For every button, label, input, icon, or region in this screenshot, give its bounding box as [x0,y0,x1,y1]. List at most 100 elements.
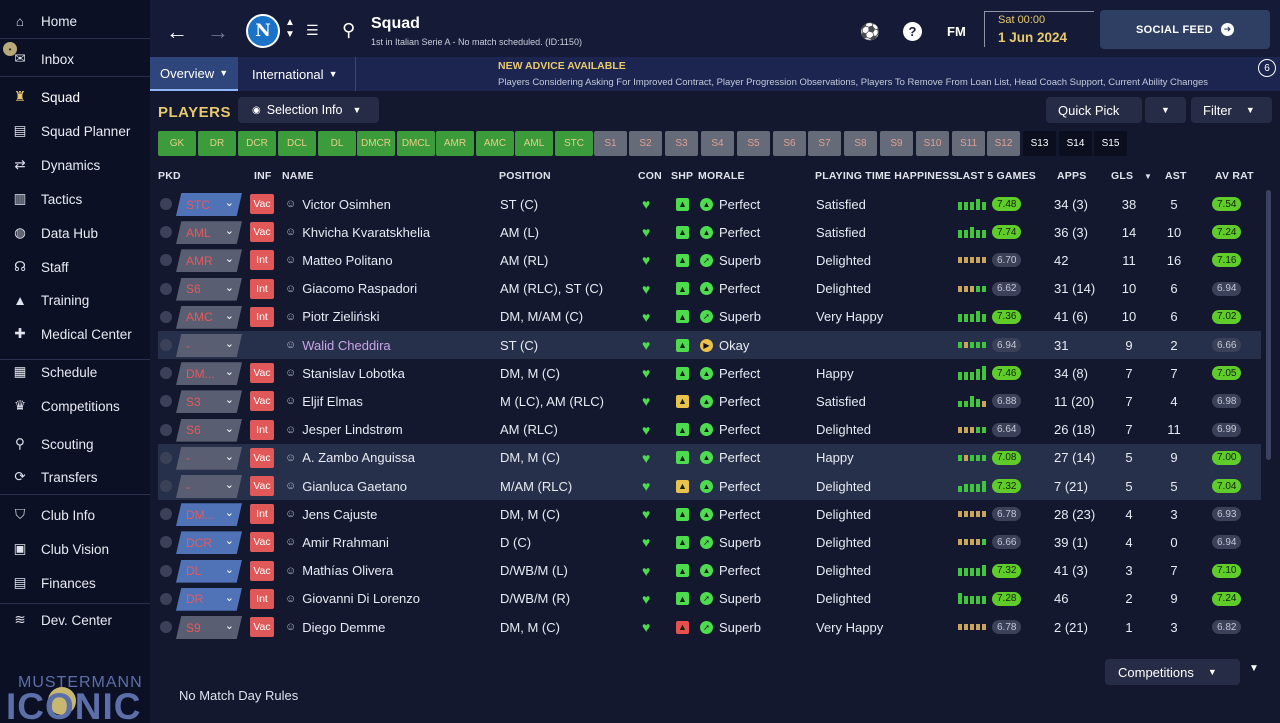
inf-badge[interactable]: Int [250,419,274,440]
position-slot[interactable]: S15 [1094,131,1127,156]
position-slot[interactable]: S12 [987,131,1020,156]
position-slot[interactable]: S11 [952,131,985,156]
column-header[interactable]: PLAYING TIME HAPPINESS [815,170,957,182]
position-slot[interactable]: DMCL [397,131,435,156]
column-header[interactable]: GLS [1111,170,1133,182]
club-badge[interactable]: N [246,14,280,48]
sidebar-item-schedule[interactable]: ▦ Schedule [0,362,150,382]
pkd-select[interactable]: S9 ⌄ [176,616,242,639]
sidebar-item-competitions[interactable]: ♛ Competitions [0,396,150,416]
pkd-select[interactable]: AML ⌄ [176,221,242,245]
sidebar-item-squad-planner[interactable]: ▤ Squad Planner [0,121,150,141]
position-slot[interactable]: S13 [1023,131,1056,156]
column-header[interactable]: PKD [158,170,181,182]
column-header[interactable]: POSITION [499,170,551,182]
scrollbar[interactable] [1266,190,1271,460]
pick-checkbox[interactable] [160,367,172,380]
pick-checkbox[interactable] [160,536,172,549]
pkd-select[interactable]: - ⌄ [176,334,242,357]
sidebar-item-tactics[interactable]: ▥ Tactics [0,189,150,209]
player-name-cell[interactable]: ☺ Giacomo Raspadori [285,275,417,303]
pick-checkbox[interactable] [160,480,172,492]
player-name-cell[interactable]: ☺ Eljif Elmas [285,387,363,415]
pick-checkbox[interactable] [160,423,172,436]
inf-badge[interactable]: Vac [250,222,274,243]
fm-icon[interactable]: FM [947,24,966,39]
position-slot[interactable]: DL [318,131,356,156]
position-slot[interactable]: STC [555,131,593,156]
table-row[interactable]: S6 ⌄ Int ☺ Giacomo Raspadori AM (RLC), ST (C)… [158,275,1261,303]
sidebar-item-squad[interactable]: ♜ Squad [0,87,150,107]
world-icon[interactable]: ⚽ [860,22,880,42]
table-row[interactable]: DR ⌄ Int ☺ Giovanni Di Lorenzo D/WB/M (R) ♥ ▲ ➚ S… [158,585,1261,613]
table-row[interactable]: AMR ⌄ Int ☺ Matteo Politano AM (RL) ♥ ▲ ➚ Superb D… [158,246,1261,274]
pkd-select[interactable]: AMR ⌄ [176,249,242,273]
position-slot[interactable]: S14 [1059,131,1092,156]
table-row[interactable]: - ⌄ ☺ Walid Cheddira ST (C) ♥ ▲ ▶ Okay 6.94 31 9 2 6.… [158,331,1261,359]
position-slot[interactable]: GK [158,131,196,156]
column-header[interactable]: SHP [671,170,693,182]
position-slot[interactable]: S2 [629,131,662,156]
table-row[interactable]: DL ⌄ Vac ☺ Mathías Olivera D/WB/M (L) ♥ ▲ ▲ Perfe… [158,557,1261,585]
tab-overview[interactable]: Overview ▼ [150,57,238,91]
position-slot[interactable]: S10 [916,131,949,156]
column-header[interactable]: AV RAT [1215,170,1254,182]
pkd-select[interactable]: DL ⌄ [176,559,242,583]
club-switch-arrows-icon[interactable]: ▲ ▼ [285,17,295,41]
competitions-dropdown[interactable]: Competitions ▼ [1105,659,1240,685]
player-name-cell[interactable]: ☺ Giovanni Di Lorenzo [285,585,420,613]
player-name-cell[interactable]: ☺ Jesper Lindstrøm [285,416,403,444]
pkd-select[interactable]: S6 ⌄ [176,277,242,301]
pick-checkbox[interactable] [160,451,172,464]
position-slot[interactable]: S6 [773,131,806,156]
pick-checkbox[interactable] [160,395,172,408]
inf-badge[interactable]: Int [250,306,274,327]
table-row[interactable]: - ⌄ Vac ☺ A. Zambo Anguissa DM, M (C) ♥ ▲ ▲ Perfe… [158,443,1261,472]
pick-checkbox[interactable] [160,310,172,323]
player-name-cell[interactable]: ☺ Khvicha Kvaratskhelia [285,218,430,246]
sort-arrow-icon[interactable]: ▼ [1144,172,1152,181]
position-slot[interactable]: S7 [808,131,841,156]
table-row[interactable]: DM... ⌄ Vac ☺ Stanislav Lobotka DM, M (C) ♥ ▲ ▲ P… [158,359,1261,387]
player-name-cell[interactable]: ☺ A. Zambo Anguissa [285,444,415,472]
player-name-cell[interactable]: ☺ Diego Demme [285,613,385,641]
advice-count-badge[interactable]: 6 [1258,59,1276,77]
column-header[interactable]: CON [638,170,662,182]
table-row[interactable]: AMC ⌄ Int ☺ Piotr Zieliński DM, M/AM (C) ♥ ▲ ➚ Su… [158,303,1261,331]
position-slot[interactable]: S1 [594,131,627,156]
player-name-cell[interactable]: ☺ Matteo Politano [285,246,393,274]
pick-checkbox[interactable] [160,339,172,351]
pkd-select[interactable]: S6 ⌄ [176,418,242,442]
position-slot[interactable]: S3 [665,131,698,156]
pkd-select[interactable]: - ⌄ [176,475,242,498]
table-row[interactable]: DCR ⌄ Vac ☺ Amir Rrahmani D (C) ♥ ▲ ➚ Superb Delig… [158,528,1261,556]
pick-checkbox[interactable] [160,508,172,521]
column-header[interactable]: AST [1165,170,1187,182]
pick-checkbox[interactable] [160,564,172,577]
table-row[interactable]: - ⌄ Vac ☺ Gianluca Gaetano M/AM (RLC) ♥ ▲ ▲ Perfe… [158,472,1261,500]
pick-checkbox[interactable] [160,592,172,605]
player-name-cell[interactable]: ☺ Mathías Olivera [285,557,393,585]
sidebar-item-transfers[interactable]: ⟳ Transfers [0,467,150,487]
position-slot[interactable]: S4 [701,131,734,156]
player-name-cell[interactable]: ☺ Walid Cheddira [285,331,391,359]
column-header[interactable]: INF [254,170,272,182]
column-header[interactable]: MORALE [698,170,745,182]
help-icon[interactable]: ? [903,22,922,41]
position-slot[interactable]: DMCR [357,131,395,156]
pick-checkbox[interactable] [160,198,172,210]
sidebar-item-club-info[interactable]: ⛉ Club Info [0,505,150,525]
sidebar-item-inbox[interactable]: ✉ Inbox [0,49,150,69]
table-row[interactable]: S6 ⌄ Int ☺ Jesper Lindstrøm AM (RLC) ♥ ▲ ▲ Perfec… [158,416,1261,444]
player-name-cell[interactable]: ☺ Victor Osimhen [285,190,391,218]
table-row[interactable]: DM... ⌄ Int ☺ Jens Cajuste DM, M (C) ♥ ▲ ▲ Perfec… [158,500,1261,528]
quick-pick-button[interactable]: Quick Pick [1046,97,1142,123]
menu-icon[interactable]: ☰ [306,22,319,39]
position-slot[interactable]: S9 [880,131,913,156]
pkd-select[interactable]: DM... ⌄ [176,362,242,386]
pick-checkbox[interactable] [160,254,172,267]
pick-checkbox[interactable] [160,621,172,633]
inf-badge[interactable]: Int [250,250,274,271]
pick-checkbox[interactable] [160,282,172,295]
pkd-select[interactable]: AMC ⌄ [176,305,242,329]
